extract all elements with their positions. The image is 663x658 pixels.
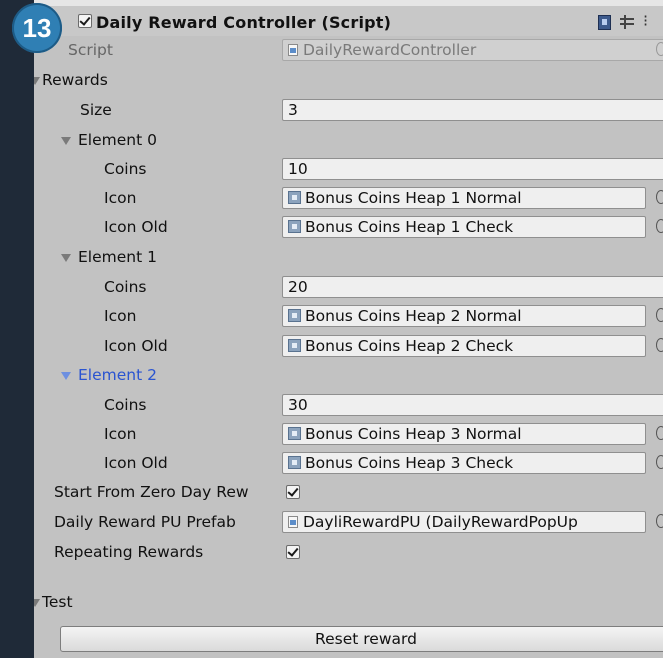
icon-value: Bonus Coins Heap 2 Normal [305, 307, 522, 325]
size-input[interactable]: 3 [282, 99, 663, 121]
reset-reward-button[interactable]: Reset reward [60, 626, 663, 652]
rewards-foldout[interactable]: Rewards [34, 66, 663, 95]
icon-old-object-field[interactable]: Bonus Coins Heap 3 Check [282, 452, 646, 474]
size-row: Size 3 [34, 96, 663, 125]
script-file-icon [288, 44, 298, 56]
script-value: DailyRewardController [303, 41, 477, 59]
coins-row: Coins 20 [34, 273, 663, 302]
start-from-zero-row: Start From Zero Day Rew [34, 478, 663, 507]
icon-row: Icon Bonus Coins Heap 3 Normal [34, 420, 663, 449]
repeating-checkbox[interactable] [286, 545, 300, 559]
icon-label: Icon [104, 425, 137, 443]
coins-label: Coins [104, 278, 147, 296]
script-field: DailyRewardController [282, 39, 663, 61]
icon-old-object-field[interactable]: Bonus Coins Heap 1 Check [282, 216, 646, 238]
more-icon[interactable]: ⁝ [643, 11, 648, 30]
object-picker-icon[interactable] [656, 338, 663, 352]
icon-object-field[interactable]: Bonus Coins Heap 1 Normal [282, 187, 646, 209]
prefab-icon [288, 516, 298, 528]
icon-old-row: Icon Old Bonus Coins Heap 3 Check [34, 449, 663, 478]
inspector-panel: Daily Reward Controller (Script) ⁝ Scrip… [34, 0, 663, 658]
foldout-arrow-icon[interactable] [34, 599, 40, 607]
icon-old-object-field[interactable]: Bonus Coins Heap 2 Check [282, 335, 646, 357]
icon-old-label: Icon Old [104, 337, 168, 355]
object-picker-icon [656, 42, 663, 56]
size-label: Size [80, 101, 112, 119]
test-label: Test [42, 593, 73, 611]
script-label: Script [68, 41, 113, 59]
icon-object-field[interactable]: Bonus Coins Heap 3 Normal [282, 423, 646, 445]
texture-icon [288, 339, 301, 352]
texture-icon [288, 220, 301, 233]
icon-value: Bonus Coins Heap 3 Normal [305, 425, 522, 443]
step-number-badge: 13 [12, 3, 62, 53]
foldout-arrow-icon[interactable] [34, 77, 40, 85]
texture-icon [288, 427, 301, 440]
element-label: Element 1 [78, 248, 157, 266]
icon-row: Icon Bonus Coins Heap 2 Normal [34, 302, 663, 331]
texture-icon [288, 309, 301, 322]
object-picker-icon[interactable] [656, 219, 663, 233]
object-picker-icon[interactable] [656, 426, 663, 440]
repeating-row: Repeating Rewards [34, 538, 663, 567]
rewards-label: Rewards [42, 71, 108, 89]
icon-old-value: Bonus Coins Heap 1 Check [305, 218, 514, 236]
texture-icon [288, 191, 301, 204]
object-picker-icon[interactable] [656, 514, 663, 528]
icon-old-value: Bonus Coins Heap 3 Check [305, 454, 514, 472]
settings-icon[interactable] [620, 15, 634, 29]
icon-old-label: Icon Old [104, 218, 168, 236]
component-enabled-checkbox[interactable] [78, 14, 92, 28]
component-header[interactable]: Daily Reward Controller (Script) ⁝ [34, 6, 663, 36]
icon-label: Icon [104, 189, 137, 207]
coins-label: Coins [104, 160, 147, 178]
prefab-value: DayliRewardPU (DailyRewardPopUp [303, 513, 578, 531]
help-book-icon[interactable] [598, 15, 611, 30]
coins-input[interactable]: 20 [282, 276, 663, 298]
object-picker-icon[interactable] [656, 308, 663, 322]
coins-input[interactable]: 30 [282, 394, 663, 416]
test-foldout[interactable]: Test [34, 588, 663, 617]
texture-icon [288, 456, 301, 469]
foldout-arrow-icon[interactable] [61, 372, 71, 380]
icon-object-field[interactable]: Bonus Coins Heap 2 Normal [282, 305, 646, 327]
icon-old-row: Icon Old Bonus Coins Heap 2 Check [34, 332, 663, 361]
icon-label: Icon [104, 307, 137, 325]
icon-old-value: Bonus Coins Heap 2 Check [305, 337, 514, 355]
icon-old-row: Icon Old Bonus Coins Heap 1 Check [34, 213, 663, 242]
prefab-object-field[interactable]: DayliRewardPU (DailyRewardPopUp [282, 511, 646, 533]
test-section: Reset reward [34, 616, 663, 658]
start-from-zero-label: Start From Zero Day Rew [54, 483, 249, 501]
prefab-row: Daily Reward PU Prefab DayliRewardPU (Da… [34, 508, 663, 537]
coins-input[interactable]: 10 [282, 158, 663, 180]
icon-old-label: Icon Old [104, 454, 168, 472]
object-picker-icon[interactable] [656, 455, 663, 469]
start-from-zero-checkbox[interactable] [286, 485, 300, 499]
icon-value: Bonus Coins Heap 1 Normal [305, 189, 522, 207]
object-picker-icon[interactable] [656, 190, 663, 204]
coins-row: Coins 10 [34, 155, 663, 184]
element-label: Element 0 [78, 131, 157, 149]
repeating-label: Repeating Rewards [54, 543, 204, 561]
foldout-arrow-icon[interactable] [61, 137, 71, 145]
element-foldout[interactable]: Element 1 [34, 243, 663, 272]
coins-row: Coins 30 [34, 391, 663, 420]
prefab-label: Daily Reward PU Prefab [54, 513, 236, 531]
element-foldout[interactable]: Element 0 [34, 126, 663, 155]
component-title: Daily Reward Controller (Script) [96, 13, 392, 32]
element-label: Element 2 [78, 366, 157, 384]
coins-label: Coins [104, 396, 147, 414]
element-foldout[interactable]: Element 2 [34, 361, 663, 390]
script-row: Script DailyRewardController [34, 36, 663, 65]
foldout-arrow-icon[interactable] [61, 254, 71, 262]
icon-row: Icon Bonus Coins Heap 1 Normal [34, 184, 663, 213]
